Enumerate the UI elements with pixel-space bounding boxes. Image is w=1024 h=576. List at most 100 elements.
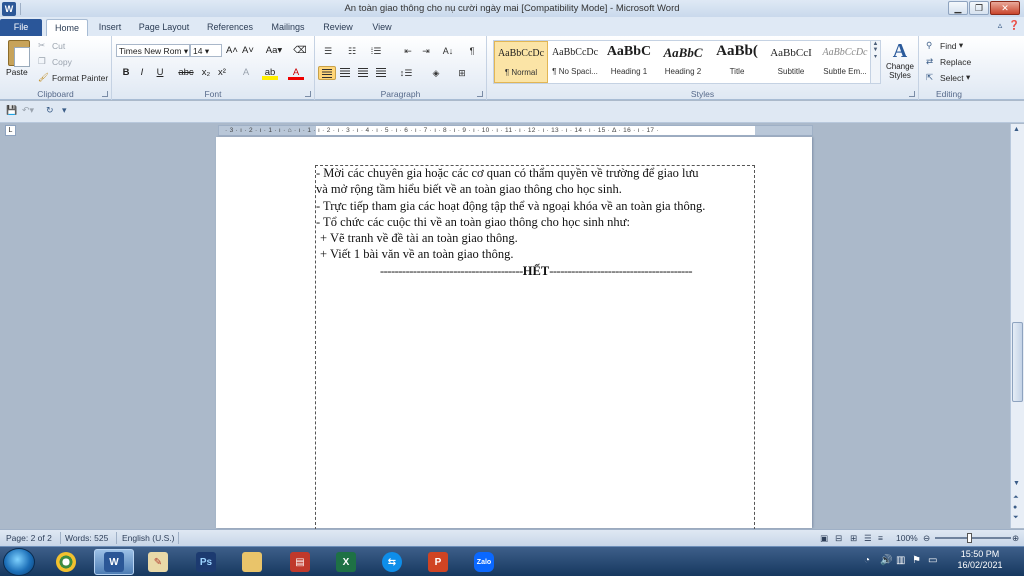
- draft-view-icon[interactable]: ≡: [878, 533, 883, 543]
- align-center-icon[interactable]: [336, 66, 354, 80]
- close-button[interactable]: ✕: [990, 1, 1020, 15]
- scroll-down-icon[interactable]: ▼: [1013, 480, 1020, 487]
- subscript-icon[interactable]: x₂: [198, 66, 214, 80]
- print-layout-icon[interactable]: ▣: [820, 533, 828, 544]
- customize-qat-icon[interactable]: ▾: [62, 105, 67, 116]
- style-title[interactable]: AaBb( Title: [710, 41, 764, 83]
- taskbar-app-teamviewer[interactable]: ⇆: [372, 549, 412, 575]
- horizontal-ruler[interactable]: · 3 · ı · 2 · ı · 1 · ı · ⌂ · ı · 1 · ı …: [218, 125, 813, 136]
- taskbar-app-powerpoint[interactable]: P: [418, 549, 458, 575]
- align-left-icon[interactable]: [318, 66, 336, 80]
- decrease-indent-icon[interactable]: ⇤: [399, 44, 417, 58]
- volume-icon[interactable]: 🔊: [880, 555, 892, 566]
- underline-icon[interactable]: U: [152, 66, 168, 80]
- action-center-icon[interactable]: ⚑: [912, 555, 921, 566]
- clear-formatting-icon[interactable]: ⌫: [292, 44, 308, 58]
- style-heading-1[interactable]: AaBbC Heading 1: [602, 41, 656, 83]
- font-size-select[interactable]: 14 ▾: [190, 44, 222, 57]
- taskbar-app-word[interactable]: W: [94, 549, 134, 575]
- tab-references[interactable]: References: [202, 19, 258, 36]
- style-no-spacing[interactable]: AaBbCcDc ¶ No Spaci...: [548, 41, 602, 83]
- style-normal[interactable]: AaBbCcDc ¶ Normal: [494, 41, 548, 83]
- web-layout-icon[interactable]: ⊞: [850, 533, 857, 544]
- tab-view[interactable]: View: [364, 19, 400, 36]
- borders-icon[interactable]: ⊞: [453, 66, 471, 80]
- show-formatting-icon[interactable]: ¶: [463, 44, 481, 58]
- vertical-scrollbar[interactable]: ▲ ▼ ⏶ ● ⏷: [1010, 124, 1024, 528]
- taskbar-app-chrome[interactable]: [46, 549, 86, 575]
- prev-page-icon[interactable]: ⏶: [1013, 494, 1019, 502]
- format-painter-button[interactable]: 🖌 Format Painter: [38, 72, 108, 83]
- bold-icon[interactable]: B: [118, 66, 134, 80]
- zoom-slider[interactable]: [935, 537, 1011, 539]
- increase-indent-icon[interactable]: ⇥: [417, 44, 435, 58]
- zoom-level[interactable]: 100%: [896, 533, 918, 543]
- undo-icon[interactable]: ↶▾: [22, 105, 34, 116]
- restore-button[interactable]: ❐: [969, 1, 989, 15]
- zoom-in-icon[interactable]: ⊕: [1012, 533, 1019, 544]
- clipboard-launcher-icon[interactable]: [102, 91, 108, 97]
- style-subtitle[interactable]: AaBbCcI Subtitle: [764, 41, 818, 83]
- font-family-select[interactable]: Times New Rom ▾: [116, 44, 190, 57]
- language-status[interactable]: English (U.S.): [122, 533, 174, 543]
- taskbar-app-explorer[interactable]: [232, 549, 272, 575]
- page-count[interactable]: Page: 2 of 2: [6, 533, 52, 543]
- tab-page-layout[interactable]: Page Layout: [136, 19, 192, 36]
- document-body[interactable]: - Mời các chuyên gia hoặc các cơ quan có…: [316, 165, 756, 279]
- scroll-up-icon[interactable]: ▲: [1013, 126, 1020, 133]
- help-icon[interactable]: ❓: [1009, 20, 1020, 30]
- align-right-icon[interactable]: [354, 66, 372, 80]
- tab-selector-icon[interactable]: L: [5, 125, 16, 136]
- font-color-icon[interactable]: A: [288, 66, 304, 80]
- taskbar-app-zalo[interactable]: Zalo: [464, 549, 504, 575]
- network-icon[interactable]: ▥: [896, 555, 905, 566]
- superscript-icon[interactable]: x²: [214, 66, 230, 80]
- strikethrough-icon[interactable]: abc: [178, 66, 194, 80]
- text-effects-icon[interactable]: A: [238, 66, 254, 80]
- tab-mailings[interactable]: Mailings: [266, 19, 310, 36]
- shading-icon[interactable]: ◈: [427, 66, 445, 80]
- multilevel-list-icon[interactable]: ⁞☰: [367, 44, 385, 58]
- tab-home[interactable]: Home: [46, 19, 88, 36]
- start-button[interactable]: [3, 548, 35, 576]
- minimize-ribbon-icon[interactable]: ▵: [998, 20, 1003, 30]
- styles-launcher-icon[interactable]: [909, 91, 915, 97]
- zoom-out-icon[interactable]: ⊖: [923, 533, 930, 544]
- select-browse-icon[interactable]: ●: [1013, 504, 1017, 511]
- display-icon[interactable]: ▭: [928, 555, 937, 566]
- cut-button[interactable]: ✂ Cut: [38, 40, 65, 51]
- outline-view-icon[interactable]: ☰: [864, 533, 872, 544]
- shrink-font-icon[interactable]: A˅: [240, 44, 256, 58]
- replace-button[interactable]: ⇄ Replace: [926, 56, 971, 67]
- sort-icon[interactable]: A↓: [439, 44, 457, 58]
- styles-scroll[interactable]: ▲ ▼ ▾: [870, 41, 880, 83]
- change-styles-button[interactable]: A Change Styles: [884, 40, 916, 80]
- zoom-slider-knob[interactable]: [967, 533, 972, 543]
- save-icon[interactable]: 💾: [6, 105, 17, 116]
- style-heading-2[interactable]: AaBbC Heading 2: [656, 41, 710, 83]
- redo-icon[interactable]: ↻: [46, 105, 54, 116]
- tab-file[interactable]: File: [0, 19, 42, 36]
- italic-icon[interactable]: I: [134, 66, 150, 80]
- tab-review[interactable]: Review: [320, 19, 356, 36]
- highlight-icon[interactable]: ab: [262, 66, 278, 80]
- numbering-icon[interactable]: ☷: [343, 44, 361, 58]
- taskbar-app-utility[interactable]: ▤: [280, 549, 320, 575]
- font-launcher-icon[interactable]: [305, 91, 311, 97]
- next-page-icon[interactable]: ⏷: [1013, 514, 1019, 522]
- justify-icon[interactable]: [372, 66, 390, 80]
- minimize-button[interactable]: ▁: [948, 1, 968, 15]
- taskbar-app-excel[interactable]: X: [326, 549, 366, 575]
- word-count[interactable]: Words: 525: [65, 533, 108, 543]
- scroll-thumb[interactable]: [1012, 322, 1023, 402]
- tab-insert[interactable]: Insert: [92, 19, 128, 36]
- change-case-icon[interactable]: Aa▾: [264, 44, 284, 58]
- select-button[interactable]: ⇱ Select ▾: [926, 72, 970, 83]
- copy-button[interactable]: ❐ Copy: [38, 56, 72, 67]
- paste-button[interactable]: Paste: [6, 67, 28, 77]
- bullets-icon[interactable]: ☰: [319, 44, 337, 58]
- paragraph-launcher-icon[interactable]: [477, 91, 483, 97]
- paste-icon[interactable]: [8, 40, 30, 67]
- taskbar-app-photoshop[interactable]: Ps: [186, 549, 226, 575]
- style-subtle-emphasis[interactable]: AaBbCcDc Subtle Em...: [818, 41, 872, 83]
